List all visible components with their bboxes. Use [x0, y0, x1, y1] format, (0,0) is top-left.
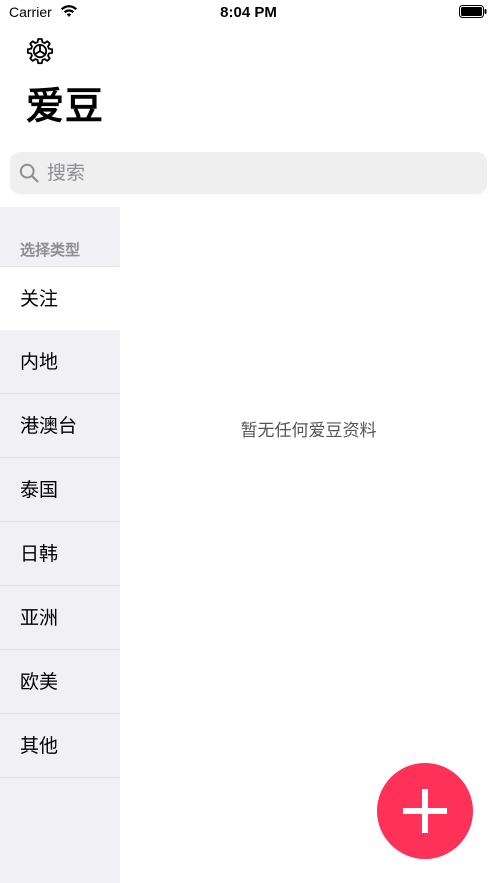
sidebar-item-label: 港澳台: [20, 415, 78, 437]
sidebar-item-label: 欧美: [20, 671, 59, 693]
status-bar: Carrier 8:04 PM: [0, 0, 497, 26]
sidebar-item-label: 日韩: [20, 543, 59, 565]
sidebar-header: 选择类型: [20, 241, 81, 259]
sidebar-item-label: 关注: [20, 288, 59, 310]
page-title: 爱豆: [26, 84, 105, 128]
sidebar-item-japan-korea[interactable]: 日韩: [0, 522, 120, 586]
gear-icon[interactable]: [24, 36, 56, 68]
empty-state-message: 暂无任何爱豆资料: [240, 421, 377, 441]
sidebar-item-hk-macau-taiwan[interactable]: 港澳台: [0, 394, 120, 458]
sidebar-item-label: 内地: [20, 351, 59, 373]
sidebar-item-label: 亚洲: [20, 607, 59, 629]
add-idol-button[interactable]: [377, 763, 473, 859]
sidebar-item-label: 其他: [20, 735, 59, 757]
search-input[interactable]: [47, 152, 467, 194]
plus-icon: [403, 789, 447, 833]
sidebar-item-asia[interactable]: 亚洲: [0, 586, 120, 650]
sidebar-item-mainland[interactable]: 内地: [0, 330, 120, 394]
sidebar-item-thailand[interactable]: 泰国: [0, 458, 120, 522]
sidebar-item-following[interactable]: 关注: [0, 266, 120, 330]
category-list: 关注 内地 港澳台 泰国 日韩 亚洲 欧美 其他: [0, 266, 120, 778]
sidebar-item-europe-america[interactable]: 欧美: [0, 650, 120, 714]
status-time: 8:04 PM: [220, 4, 277, 21]
search-bar[interactable]: [10, 152, 487, 194]
sidebar-item-other[interactable]: 其他: [0, 714, 120, 778]
battery-icon: [459, 5, 487, 18]
search-icon: [19, 163, 39, 183]
category-sidebar: 选择类型 关注 内地 港澳台 泰国 日韩 亚洲 欧美 其他: [0, 207, 120, 883]
sidebar-item-label: 泰国: [20, 479, 59, 501]
